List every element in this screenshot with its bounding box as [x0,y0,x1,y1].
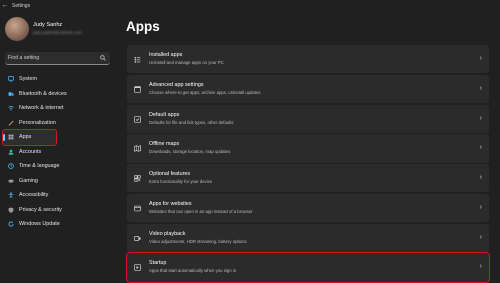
page-title: Apps [126,19,160,34]
card-startup[interactable]: Startup Apps that start automatically wh… [126,252,490,283]
chevron-right-icon: › [479,233,482,241]
chevron-right-icon: › [479,203,482,211]
card-offline-maps[interactable]: Offline maps Downloads, storage location… [127,134,489,163]
default-apps-icon [134,115,141,123]
video-icon [134,235,141,241]
brush-icon [8,120,14,126]
monitor-icon [8,76,14,82]
search-input[interactable] [8,52,96,64]
chevron-right-icon: › [479,174,482,182]
user-name: Judy Sanhz [33,22,63,28]
sidebar-item-personalization[interactable]: Personalization [3,116,113,131]
window-title: Settings [12,3,31,9]
sidebar-item-accessibility[interactable]: Accessibility [3,188,113,203]
card-title: Advanced app settings [149,81,204,88]
sidebar-item-apps[interactable]: Apps [2,129,57,145]
sidebar-item-label: Accounts [19,148,42,155]
sidebar-item-label: Windows Update [19,221,60,228]
card-description: Defaults for file and link types, other … [149,119,234,125]
sidebar-item-bluetooth[interactable]: Bluetooth & devices [3,87,113,102]
chevron-right-icon: › [479,263,482,271]
settings-card-list: Installed apps Uninstall and manage apps… [126,45,490,283]
sidebar-item-label: Gaming [19,177,38,184]
accessibility-icon [8,192,14,199]
sidebar-item-windows-update[interactable]: Windows Update [3,217,113,232]
user-profile[interactable]: Judy Sanhz judy.sanhz@outlook.com [5,17,117,53]
card-title: Offline maps [149,141,180,148]
card-title: Default apps [149,111,180,118]
controller-icon [8,178,14,184]
sidebar-item-label: Accessibility [19,192,49,199]
selection-indicator [3,134,5,141]
sidebar-item-label: Privacy & security [19,206,62,213]
clock-icon [8,163,14,170]
card-optional-features[interactable]: Optional features Extra functionality fo… [127,164,489,193]
apps-icon [8,134,14,140]
sidebar-item-label: Time & language [19,163,60,170]
card-description: Uninstall and manage apps on your PC [149,60,224,65]
card-default-apps[interactable]: Default apps Defaults for file and link … [127,104,489,133]
sidebar-nav: System Bluetooth & devices Network & int… [2,72,113,232]
card-installed-apps[interactable]: Installed apps Uninstall and manage apps… [127,45,489,74]
startup-icon [134,264,141,272]
card-description: Apps that start automatically when you s… [149,268,237,274]
chevron-right-icon: › [479,84,482,92]
sidebar-item-time-language[interactable]: Time & language [3,159,113,174]
sidebar-item-label: Bluetooth & devices [19,90,67,97]
card-title: Startup [149,260,167,267]
card-description: Choose where to get apps, archive apps, … [149,89,261,95]
sidebar-item-privacy-security[interactable]: Privacy & security [3,203,113,218]
card-title: Video playback [149,230,186,237]
sidebar-item-label: Network & internet [19,105,64,112]
avatar[interactable] [5,17,29,41]
list-icon [134,57,141,63]
card-advanced-app-settings[interactable]: Advanced app settings Choose where to ge… [127,74,489,103]
sidebar-item-system[interactable]: System [3,72,113,87]
sidebar-item-label: Personalization [19,119,56,126]
settings-app-icon [134,85,141,93]
chevron-right-icon: › [479,144,482,152]
card-apps-for-websites[interactable]: Apps for websites Websites that can open… [127,193,489,223]
back-arrow-icon[interactable]: ← [0,0,10,12]
map-icon [134,145,141,153]
card-description: Extra functionality for your device [149,179,213,185]
wifi-icon [8,105,14,111]
search-icon[interactable] [100,55,106,61]
sidebar-item-gaming[interactable]: Gaming [3,174,113,189]
sidebar-item-label: Apps [19,134,32,141]
web-apps-icon [134,205,141,212]
bluetooth-icon [8,91,14,97]
person-icon [8,149,14,155]
card-title: Apps for websites [149,200,192,207]
card-title: Installed apps [149,52,183,58]
sidebar-item-accounts[interactable]: Accounts [3,145,113,160]
card-video-playback[interactable]: Video playback Video adjustments, HDR st… [127,223,489,252]
title-bar: ← Settings [0,0,500,12]
card-description: Video adjustments, HDR streaming, batter… [149,238,247,244]
search-box[interactable] [5,52,110,65]
optional-features-icon [134,175,141,182]
card-title: Optional features [149,171,191,178]
sidebar-item-label: System [19,76,37,83]
update-icon [8,221,14,227]
main-content: Apps Installed apps Uninstall and manage… [117,12,500,283]
chevron-right-icon: › [479,55,482,62]
sidebar: Judy Sanhz judy.sanhz@outlook.com System… [0,12,117,274]
chevron-right-icon: › [479,114,482,122]
shield-icon [8,207,14,213]
card-description: Websites that can open in an app instead… [149,208,253,214]
sidebar-item-network[interactable]: Network & internet [3,101,113,116]
card-description: Downloads, storage location, map updates [149,149,231,155]
user-email: judy.sanhz@outlook.com [33,30,82,35]
